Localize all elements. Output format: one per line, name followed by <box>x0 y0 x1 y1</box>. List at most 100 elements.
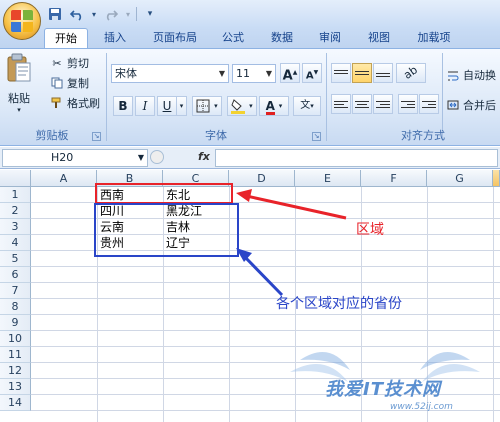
phonetic-button[interactable]: 文▾ <box>293 96 321 116</box>
column-header-b[interactable]: B <box>97 170 163 187</box>
redo-icon[interactable] <box>102 5 120 23</box>
cell-b3[interactable]: 云南 <box>98 219 124 235</box>
merge-center-label: 合并后 <box>463 99 496 112</box>
column-header-f[interactable]: F <box>361 170 427 187</box>
title-bar: ▾ ▾ ▾ <box>0 0 500 40</box>
font-name-combo[interactable]: 宋体 ▼ <box>111 64 229 83</box>
tab-insert[interactable]: 插入 <box>95 28 135 48</box>
font-color-button[interactable]: A ▾ <box>259 96 289 116</box>
row-header-6[interactable]: 6 <box>0 267 31 283</box>
underline-button[interactable]: U <box>157 96 177 116</box>
row-header-9[interactable]: 9 <box>0 315 31 331</box>
merge-center-button[interactable]: 合并后 <box>446 97 496 113</box>
name-box[interactable]: H20 ▼ <box>2 149 148 167</box>
cut-button[interactable]: ✂ 剪切 <box>50 55 89 71</box>
column-header-h[interactable] <box>493 170 500 187</box>
qat-separator <box>136 7 137 21</box>
cell-c1[interactable]: 东北 <box>164 187 190 203</box>
copy-button[interactable]: 复制 <box>50 75 89 91</box>
cell-b2[interactable]: 四川 <box>98 203 124 219</box>
align-top-button[interactable] <box>331 63 351 83</box>
wrap-text-button[interactable]: 自动换 <box>446 67 496 83</box>
group-separator <box>442 53 443 141</box>
cell-c4[interactable]: 辽宁 <box>164 235 190 251</box>
chevron-down-icon: ▼ <box>265 69 273 78</box>
merge-icon <box>446 98 460 112</box>
tab-home[interactable]: 开始 <box>44 28 88 48</box>
font-size-combo[interactable]: 11 ▼ <box>232 64 276 83</box>
formula-input[interactable] <box>215 149 498 167</box>
row-header-8[interactable]: 8 <box>0 299 31 315</box>
gridline <box>229 187 230 422</box>
underline-dropdown-icon[interactable]: ▾ <box>177 96 187 116</box>
undo-dropdown-icon[interactable]: ▾ <box>90 5 98 23</box>
align-left-button[interactable] <box>331 94 351 114</box>
bold-button[interactable]: B <box>113 96 133 116</box>
align-right-button[interactable] <box>373 94 393 114</box>
orientation-button[interactable]: ab <box>396 63 426 83</box>
column-header-c[interactable]: C <box>163 170 229 187</box>
grow-font-button[interactable]: A▲ <box>280 63 300 83</box>
ribbon: 粘贴 ▾ ✂ 剪切 复制 格式刷 剪贴板 ↘ 宋体 ▼ 11 ▼ A▲ A▼ B… <box>0 48 500 146</box>
shrink-font-button[interactable]: A▼ <box>302 63 322 83</box>
tab-page-layout[interactable]: 页面布局 <box>145 28 205 48</box>
tab-formulas[interactable]: 公式 <box>215 28 251 48</box>
chevron-down-icon: ▾ <box>249 102 253 110</box>
tab-addins[interactable]: 加载项 <box>410 28 458 48</box>
office-button[interactable] <box>3 2 41 40</box>
decrease-indent-button[interactable] <box>398 94 418 114</box>
align-center-button[interactable] <box>352 94 372 114</box>
row-header-13[interactable]: 13 <box>0 379 31 395</box>
italic-button[interactable]: I <box>135 96 155 116</box>
clipboard-launcher-icon[interactable]: ↘ <box>92 132 101 141</box>
row-header-1[interactable]: 1 <box>0 187 31 203</box>
name-box-value: H20 <box>51 151 74 164</box>
cell-c2[interactable]: 黑龙江 <box>164 203 202 219</box>
format-painter-button[interactable]: 格式刷 <box>50 95 100 111</box>
row-header-12[interactable]: 12 <box>0 363 31 379</box>
watermark-url: www.52ij.com <box>390 402 453 412</box>
column-header-e[interactable]: E <box>295 170 361 187</box>
tab-review[interactable]: 审阅 <box>312 28 348 48</box>
increase-indent-button[interactable] <box>419 94 439 114</box>
font-launcher-icon[interactable]: ↘ <box>312 132 321 141</box>
borders-button[interactable]: ▾ <box>192 96 222 116</box>
paste-label: 粘贴 <box>8 92 30 105</box>
row-header-7[interactable]: 7 <box>0 283 31 299</box>
province-annotation-label: 各个区域对应的省份 <box>276 296 402 312</box>
ribbon-tabs: 开始 插入 页面布局 公式 数据 审阅 视图 加载项 <box>0 28 500 48</box>
wrap-text-label: 自动换 <box>463 69 496 82</box>
copy-label: 复制 <box>67 77 89 90</box>
customize-qat-icon[interactable]: ▾ <box>141 5 159 23</box>
cell-b1[interactable]: 西南 <box>98 187 124 203</box>
tab-data[interactable]: 数据 <box>264 28 300 48</box>
align-bottom-button[interactable] <box>373 63 393 83</box>
cancel-icon[interactable] <box>150 150 164 164</box>
fill-color-button[interactable]: ▾ <box>227 96 257 116</box>
tab-view[interactable]: 视图 <box>361 28 397 48</box>
row-header-3[interactable]: 3 <box>0 219 31 235</box>
paintbrush-icon <box>50 96 64 110</box>
row-header-2[interactable]: 2 <box>0 203 31 219</box>
column-header-a[interactable]: A <box>31 170 97 187</box>
column-header-g[interactable]: G <box>427 170 493 187</box>
row-header-10[interactable]: 10 <box>0 331 31 347</box>
row-header-14[interactable]: 14 <box>0 395 31 411</box>
insert-function-icon[interactable]: fx <box>198 150 210 163</box>
redo-dropdown-icon[interactable]: ▾ <box>124 5 132 23</box>
row-header-5[interactable]: 5 <box>0 251 31 267</box>
save-icon[interactable] <box>46 5 64 23</box>
select-all-corner[interactable] <box>0 170 31 187</box>
group-separator <box>106 53 107 141</box>
paste-button[interactable]: 粘贴 ▾ <box>6 53 32 114</box>
row-header-4[interactable]: 4 <box>0 235 31 251</box>
undo-icon[interactable] <box>68 5 86 23</box>
cell-b4[interactable]: 贵州 <box>98 235 124 251</box>
clipboard-group-label: 剪贴板 <box>35 129 69 142</box>
cell-c3[interactable]: 吉林 <box>164 219 190 235</box>
column-header-d[interactable]: D <box>229 170 295 187</box>
office-logo-icon <box>11 10 33 32</box>
copy-icon <box>50 76 64 90</box>
align-middle-button[interactable] <box>352 63 372 83</box>
row-header-11[interactable]: 11 <box>0 347 31 363</box>
